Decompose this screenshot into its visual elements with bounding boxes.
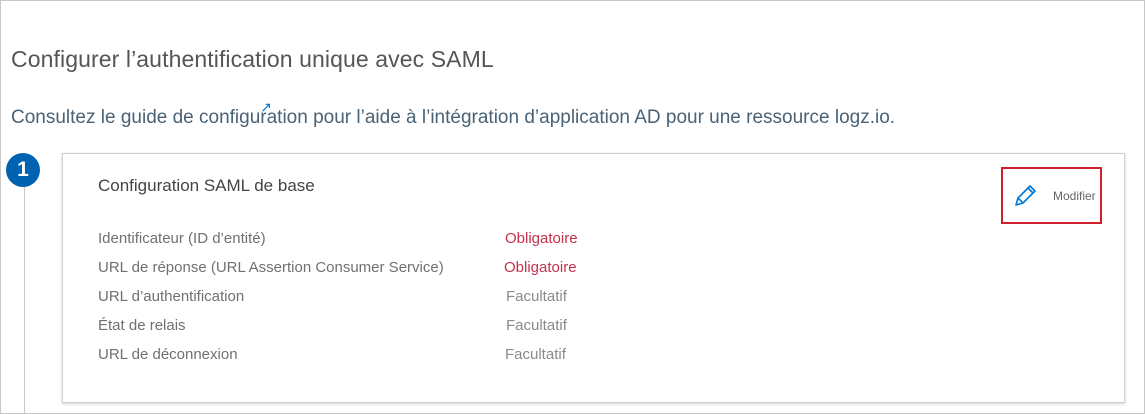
edit-button[interactable]: Modifier <box>1001 167 1102 224</box>
field-label: URL de réponse (URL Assertion Consumer S… <box>98 259 444 276</box>
basic-saml-config-card: Configuration SAML de base Modifier Iden… <box>62 153 1125 403</box>
guide-suffix: pour l’aide à l’intégration d’applicatio… <box>307 107 896 128</box>
step-number-badge: 1 <box>6 153 40 187</box>
field-row-reply-url: URL de réponse (URL Assertion Consumer S… <box>98 259 618 288</box>
field-label: URL de déconnexion <box>98 346 238 363</box>
edit-label[interactable]: Modifier <box>1053 189 1096 203</box>
guide-text: Consultez le guide de configuration ↗ pou… <box>11 100 896 129</box>
guide-link[interactable]: configuration ↗ <box>199 100 308 129</box>
field-label: Identificateur (ID d’entité) <box>98 230 266 247</box>
fields-list: Identificateur (ID d’entité) Obligatoire… <box>98 230 618 375</box>
card-title: Configuration SAML de base <box>98 176 315 195</box>
field-label: État de relais <box>98 317 186 334</box>
guide-link-text[interactable]: configuration <box>199 107 308 128</box>
field-status-required: Obligatoire <box>505 230 578 247</box>
guide-prefix: Consultez le guide de <box>11 107 200 128</box>
field-status-required: Obligatoire <box>504 259 577 276</box>
field-label: URL d’authentification <box>98 288 245 305</box>
field-row-logout-url: URL de déconnexion Facultatif <box>98 346 618 375</box>
field-row-sign-on-url: URL d’authentification Facultatif <box>98 288 618 317</box>
step-connector-line <box>24 170 25 414</box>
page-title: Configurer l’authentification unique ave… <box>11 46 494 72</box>
field-row-identifier: Identificateur (ID d’entité) Obligatoire <box>98 230 618 259</box>
field-status-optional: Facultatif <box>506 288 567 305</box>
field-status-optional: Facultatif <box>506 317 567 334</box>
field-status-optional: Facultatif <box>505 346 566 363</box>
field-row-relay-state: État de relais Facultatif <box>98 317 618 346</box>
external-link-icon[interactable]: ↗ <box>260 100 272 114</box>
pencil-icon[interactable] <box>1012 183 1038 209</box>
